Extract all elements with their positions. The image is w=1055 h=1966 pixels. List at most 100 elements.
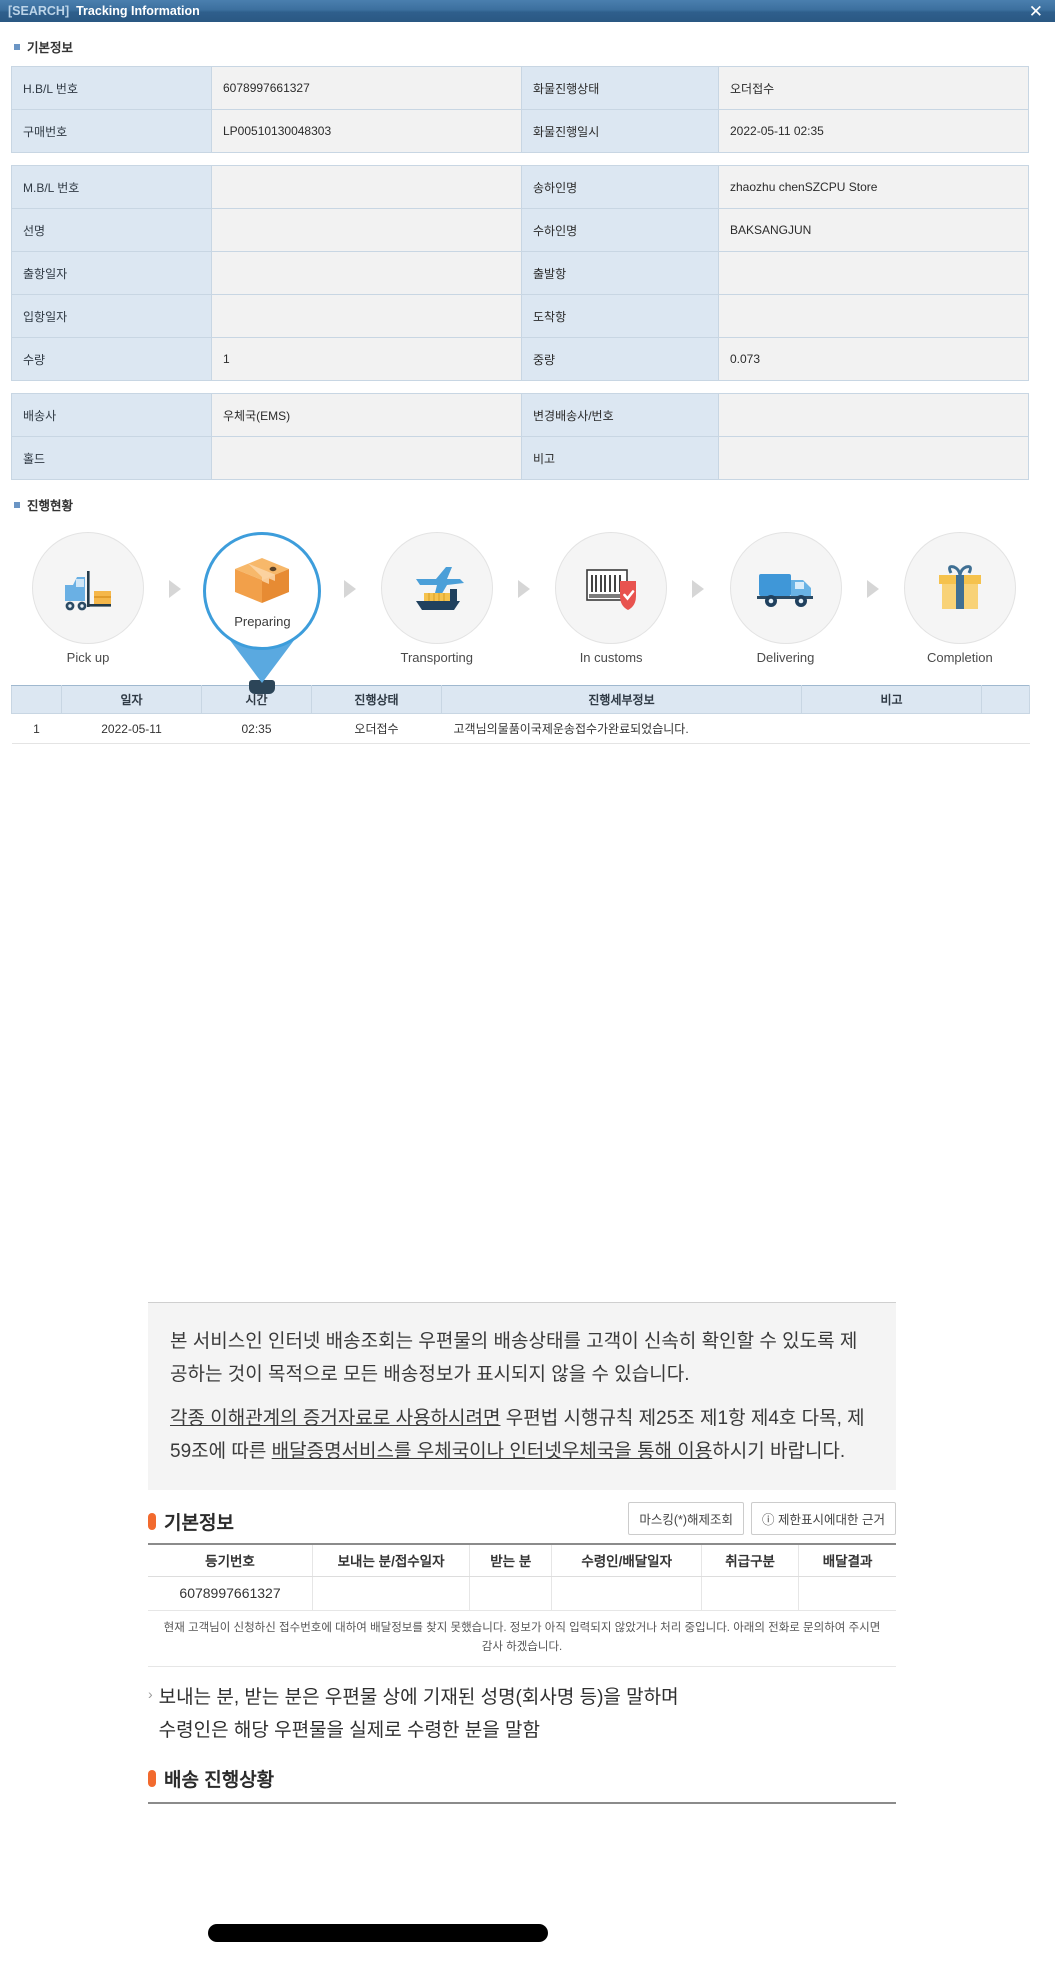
weight-value: 0.073 bbox=[718, 337, 1029, 381]
notice-link-delivery-proof[interactable]: 배달증명서비스를 우체국이나 인터넷우체국을 통해 이용 bbox=[272, 1441, 713, 1462]
history-row-status: 오더접수 bbox=[311, 713, 442, 744]
table-row: 수량 1 중량 0.073 bbox=[11, 337, 1029, 381]
hold-value bbox=[211, 436, 522, 480]
titlebar-title: Tracking Information bbox=[76, 4, 200, 18]
unmask-query-button[interactable]: 마스킹(*)해제조회 bbox=[628, 1502, 745, 1535]
tracker-step-completion[interactable]: Completion bbox=[896, 532, 1024, 665]
registry-col-handling: 취급구분 bbox=[701, 1544, 800, 1577]
registry-header-row: 기본정보 마스킹(*)해제조회 ⓘ 제한표시에대한 근거 bbox=[148, 1490, 896, 1543]
forklift-icon bbox=[65, 571, 111, 611]
registry-col-result: 배달결과 bbox=[798, 1544, 896, 1577]
registry-receiver-value bbox=[469, 1576, 553, 1611]
changed-carrier-label: 변경배송사/번호 bbox=[521, 393, 719, 437]
footnote-line-2: 수령인은 해당 우편물을 실제로 수령한 분을 말함 bbox=[158, 1719, 540, 1741]
departure-date-value bbox=[211, 251, 522, 295]
tracker-arrow-icon bbox=[517, 580, 530, 598]
history-col-detail: 진행세부정보 bbox=[441, 685, 802, 714]
package-box-icon bbox=[235, 557, 290, 603]
progress-tracker: Pick up Preparing Transporting In custom… bbox=[24, 532, 1024, 694]
tracker-arrow-icon bbox=[343, 580, 356, 598]
history-row-no: 1 bbox=[11, 713, 62, 744]
table-header-row: 일자 시간 진행상태 진행세부정보 비고 bbox=[11, 685, 1030, 714]
registry-col-reg-no: 등기번호 bbox=[148, 1544, 314, 1577]
tracker-arrow-icon bbox=[169, 580, 182, 598]
table-row: H.B/L 번호 6078997661327 화물진행상태 오더접수 bbox=[11, 66, 1029, 110]
hold-label: 홀드 bbox=[11, 436, 212, 480]
tracker-arrow-icon bbox=[866, 580, 879, 598]
cargo-status-value: 오더접수 bbox=[718, 66, 1029, 110]
tracker-step-label: Transporting bbox=[400, 650, 474, 665]
consignee-name-value: BAKSANGJUN bbox=[718, 208, 1029, 252]
titlebar-search-prefix: [SEARCH] bbox=[8, 4, 70, 18]
tracker-step-pickup[interactable]: Pick up bbox=[24, 532, 152, 665]
tracker-step-circle: Preparing bbox=[203, 532, 322, 650]
remarks-label: 비고 bbox=[521, 436, 719, 480]
registry-sender-value bbox=[312, 1576, 471, 1611]
registry-col-recipient: 수령인/배달일자 bbox=[551, 1544, 702, 1577]
tracker-step-delivering[interactable]: Delivering bbox=[722, 532, 850, 665]
progress-heading: 진행현황 bbox=[14, 495, 1055, 514]
table-row: 6078997661327 bbox=[148, 1576, 896, 1611]
registry-handling-value bbox=[701, 1576, 800, 1611]
notice-paragraph-2: 각종 이해관계의 증거자료로 사용하시려면 우편법 시행규칙 제25조 제1항 … bbox=[170, 1402, 872, 1469]
registry-recipient-value bbox=[551, 1576, 702, 1611]
departure-date-label: 출항일자 bbox=[11, 251, 212, 295]
notice-paragraph-1: 본 서비스인 인터넷 배송조회는 우편물의 배송상태를 고객이 신속히 확인할 … bbox=[170, 1331, 858, 1386]
carrier-label: 배송사 bbox=[11, 393, 212, 437]
tracker-step-label: In customs bbox=[579, 650, 643, 665]
restriction-basis-button[interactable]: ⓘ 제한표시에대한 근거 bbox=[751, 1502, 896, 1535]
chevron-right-icon: › bbox=[148, 1685, 153, 1702]
changed-carrier-value bbox=[718, 393, 1029, 437]
tracker-step-label: Preparing bbox=[234, 613, 291, 629]
arrival-date-label: 입항일자 bbox=[11, 294, 212, 338]
shipper-name-label: 송하인명 bbox=[521, 165, 719, 209]
mbl-number-value bbox=[211, 165, 522, 209]
notice-text-end: 하시기 바랍니다. bbox=[712, 1440, 846, 1462]
tracker-step-label: Pick up bbox=[66, 650, 110, 665]
footnote-line-1: 보내는 분, 받는 분은 우편물 상에 기재된 성명(회사명 등)을 말하며 bbox=[158, 1686, 679, 1708]
redaction-bar bbox=[208, 1924, 548, 1942]
history-row-date: 2022-05-11 bbox=[61, 713, 202, 744]
basic-info-heading-label: 기본정보 bbox=[27, 41, 74, 55]
history-col-note: 비고 bbox=[801, 685, 982, 714]
history-col-date: 일자 bbox=[61, 685, 202, 714]
table-row: 구매번호 LP00510130048303 화물진행일시 2022-05-11 … bbox=[11, 109, 1029, 153]
square-bullet-icon bbox=[14, 501, 20, 508]
registry-action-buttons: 마스킹(*)해제조회 ⓘ 제한표시에대한 근거 bbox=[628, 1502, 896, 1535]
table-row: 선명 수하인명 BAKSANGJUN bbox=[11, 208, 1029, 252]
basic-info-table-3: 배송사 우체국(EMS) 변경배송사/번호 홀드 비고 bbox=[11, 393, 1029, 480]
registry-heading: 기본정보 bbox=[148, 1508, 234, 1535]
departure-port-value bbox=[718, 251, 1029, 295]
arrival-port-value bbox=[718, 294, 1029, 338]
delivery-truck-icon bbox=[756, 574, 813, 607]
table-header-row: 등기번호 보내는 분/접수일자 받는 분 수령인/배달일자 취급구분 배달결과 bbox=[148, 1544, 896, 1577]
table-row: 출항일자 출발항 bbox=[11, 251, 1029, 295]
window-titlebar: [SEARCH] Tracking Information ✕ bbox=[0, 0, 1055, 22]
table-row: 입항일자 도착항 bbox=[11, 294, 1029, 338]
registry-col-receiver: 받는 분 bbox=[469, 1544, 553, 1577]
square-bullet-icon bbox=[14, 43, 20, 50]
shipper-name-value: zhaozhu chenSZCPU Store bbox=[718, 165, 1029, 209]
departure-port-label: 출발항 bbox=[521, 251, 719, 295]
customs-barcode-shield-icon bbox=[586, 569, 637, 610]
history-row-blank bbox=[981, 713, 1030, 744]
purchase-number-value: LP00510130048303 bbox=[211, 109, 522, 153]
registry-reg-no-value: 6078997661327 bbox=[148, 1576, 314, 1611]
arrival-date-value bbox=[211, 294, 522, 338]
delivery-status-heading: 배송 진행상황 bbox=[148, 1765, 896, 1792]
table-row: 배송사 우체국(EMS) 변경배송사/번호 bbox=[11, 393, 1029, 437]
tracker-step-transporting[interactable]: Transporting bbox=[373, 532, 501, 665]
tracker-step-preparing[interactable]: Preparing bbox=[198, 532, 326, 694]
table-row: M.B/L 번호 송하인명 zhaozhu chenSZCPU Store bbox=[11, 165, 1029, 209]
close-icon[interactable]: ✕ bbox=[1029, 0, 1043, 22]
table-row: 현재 고객님이 신청하신 접수번호에 대하여 배달정보를 찾지 못했습니다. 정… bbox=[148, 1610, 896, 1667]
carrier-value: 우체국(EMS) bbox=[211, 393, 522, 437]
remarks-value bbox=[718, 436, 1029, 480]
tracker-step-circle bbox=[903, 532, 1016, 644]
notice-link-evidence[interactable]: 각종 이해관계의 증거자료로 사용하시려면 bbox=[170, 1408, 500, 1429]
delivery-status-heading-label: 배송 진행상황 bbox=[164, 1770, 275, 1792]
tracker-step-circle bbox=[32, 532, 144, 644]
page-content: 기본정보 H.B/L 번호 6078997661327 화물진행상태 오더접수 … bbox=[0, 37, 1055, 744]
tracker-step-circle bbox=[380, 532, 493, 644]
tracker-step-in-customs[interactable]: In customs bbox=[547, 532, 675, 665]
